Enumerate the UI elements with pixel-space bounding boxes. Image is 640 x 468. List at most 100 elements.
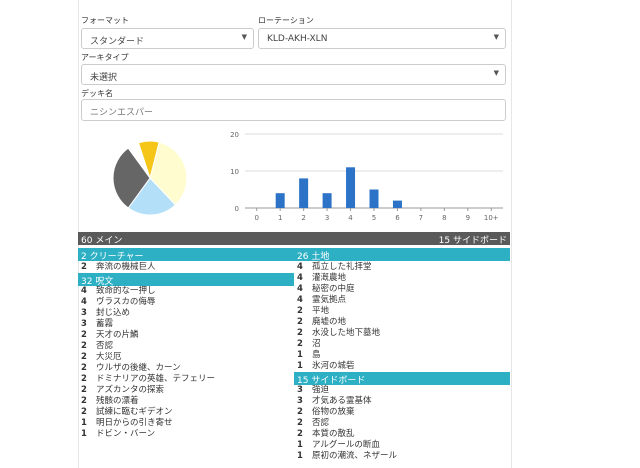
- section-header: 2 クリーチャー: [78, 248, 294, 262]
- card-row[interactable]: 2 ドミナリアの英雄、テフェリー: [81, 374, 215, 385]
- card-row[interactable]: 4 ヴラスカの侮辱: [81, 297, 155, 308]
- rotation-select[interactable]: KLD-AKH-XLN ▼: [258, 28, 506, 49]
- card-row[interactable]: 1 原初の潮流、ネザール: [297, 451, 397, 462]
- main-count: 60 メイン: [81, 236, 123, 246]
- x-tick-label: 8: [442, 214, 446, 222]
- card-count: 2: [297, 418, 303, 428]
- card-name: 致命的な一押し: [96, 286, 156, 296]
- bar-6: [392, 200, 402, 208]
- card-row[interactable]: 2 奔流の機械巨人: [81, 262, 156, 273]
- card-name: 灌漑農地: [312, 272, 347, 283]
- card-count: 1: [297, 440, 303, 450]
- bar-2: [299, 178, 309, 208]
- card-name: 天才の片鱗: [96, 330, 139, 340]
- deckname-placeholder: ニシンエスパー: [90, 108, 154, 118]
- card-row[interactable]: 1島: [297, 350, 321, 361]
- card-row[interactable]: 2 平地: [297, 306, 329, 317]
- card-row[interactable]: 2 本質の散乱: [297, 429, 355, 440]
- x-tick-label: 7: [419, 214, 423, 222]
- card-row[interactable]: 2 ウルザの後継、カーン: [81, 363, 181, 374]
- x-tick-label: 0: [254, 214, 258, 222]
- card-count: 2: [81, 407, 87, 417]
- card-row[interactable]: 2 否認: [297, 418, 329, 429]
- chevron-down-icon: ▼: [493, 33, 499, 41]
- card-count: 4: [297, 272, 303, 283]
- rotation-value: KLD-AKH-XLN: [267, 34, 328, 44]
- card-name: 霊気拠点: [312, 294, 347, 305]
- format-select[interactable]: スタンダード ▼: [81, 28, 254, 49]
- card-name: 秘密の中庭: [312, 283, 355, 294]
- card-name: ドミナリアの英雄、テフェリー: [96, 374, 216, 384]
- card-row[interactable]: 1 ドビン・バーン: [81, 429, 155, 440]
- card-count: 1: [297, 360, 303, 371]
- card-count: 3: [81, 319, 87, 329]
- card-row[interactable]: 4 秘密の中庭: [297, 284, 355, 295]
- card-name: 才気ある霊基体: [312, 396, 372, 406]
- card-count: 1: [297, 349, 303, 360]
- card-name: 本質の散乱: [312, 429, 355, 439]
- card-row[interactable]: 2沼: [297, 339, 321, 350]
- card-name: 否認: [312, 418, 330, 428]
- x-tick-label: 10+: [484, 214, 499, 222]
- card-row[interactable]: 1 明日からの引き寄せ: [81, 418, 173, 429]
- bar-5: [369, 189, 379, 208]
- card-name: 島: [312, 349, 321, 360]
- format-label: フォーマット: [81, 16, 129, 25]
- card-count: 4: [297, 283, 303, 294]
- card-row[interactable]: 2 試練に臨むギデオン: [81, 407, 173, 418]
- card-row[interactable]: 2 否認: [81, 341, 113, 352]
- card-row[interactable]: 4 致命的な一押し: [81, 286, 156, 297]
- card-count: 2: [297, 305, 303, 316]
- y-tick-label: 0: [235, 205, 239, 213]
- card-row[interactable]: 2 俗物の放棄: [297, 407, 355, 418]
- card-count: 2: [81, 352, 87, 362]
- card-row[interactable]: 2 廃墟の地: [297, 317, 346, 328]
- card-row[interactable]: 1 アルグールの断血: [297, 440, 380, 451]
- card-row[interactable]: 3 才気ある霊基体: [297, 396, 372, 407]
- card-name: 奔流の機械巨人: [96, 261, 156, 272]
- card-count: 2: [81, 341, 87, 351]
- card-count: 2: [297, 429, 303, 439]
- side-count: 15 サイドボード: [438, 236, 507, 246]
- card-row[interactable]: 2 天才の片鱗: [81, 330, 139, 341]
- section-header: 15 サイドボード: [294, 371, 510, 386]
- card-row[interactable]: 3 蓄霧: [81, 319, 113, 330]
- rotation-label: ローテーション: [258, 16, 314, 25]
- card-name: 廃墟の地: [312, 316, 347, 327]
- x-tick-label: 6: [395, 214, 400, 222]
- card-row[interactable]: 2 水没した地下墓地: [297, 328, 380, 339]
- y-tick-label: 20: [230, 131, 239, 139]
- card-row[interactable]: 4 灌漑農地: [297, 273, 346, 284]
- card-count: 2: [81, 261, 87, 272]
- card-name: 沼: [312, 338, 321, 349]
- archetype-select[interactable]: 未選択 ▼: [81, 64, 506, 85]
- card-row[interactable]: 2 大災厄: [81, 352, 122, 363]
- card-count: 4: [297, 294, 303, 305]
- x-tick-label: 3: [325, 214, 329, 222]
- card-name: 明日からの引き寄せ: [96, 418, 173, 428]
- card-name: 水没した地下墓地: [312, 327, 381, 338]
- card-row[interactable]: 2 アズカンタの探索: [81, 385, 164, 396]
- card-row[interactable]: 4 霊気拠点: [297, 295, 346, 306]
- color-pie-chart: [112, 140, 188, 216]
- card-name: 封じ込め: [96, 308, 131, 318]
- card-count: 1: [297, 451, 303, 461]
- x-tick-label: 2: [301, 214, 305, 222]
- card-row[interactable]: 3 封じ込め: [81, 308, 130, 319]
- chevron-down-icon: ▼: [241, 33, 247, 41]
- deckname-input[interactable]: ニシンエスパー: [81, 99, 506, 121]
- card-row[interactable]: 3 強迫: [297, 385, 329, 396]
- card-row[interactable]: 4 孤立した礼拝堂: [297, 262, 372, 273]
- card-name: 平地: [312, 305, 330, 316]
- card-name: 大災厄: [96, 352, 122, 362]
- card-row[interactable]: 1 氷河の城砦: [297, 361, 355, 372]
- card-name: アルグールの断血: [312, 440, 380, 450]
- card-count: 2: [81, 385, 87, 395]
- y-tick-label: 10: [230, 168, 239, 176]
- card-count: 2: [81, 396, 87, 406]
- card-row[interactable]: 2 残骸の漂着: [81, 396, 139, 407]
- card-name: ヴラスカの侮辱: [96, 297, 156, 307]
- x-tick-label: 9: [466, 214, 470, 222]
- deckname-label: デッキ名: [81, 89, 113, 98]
- card-count: 2: [297, 327, 303, 338]
